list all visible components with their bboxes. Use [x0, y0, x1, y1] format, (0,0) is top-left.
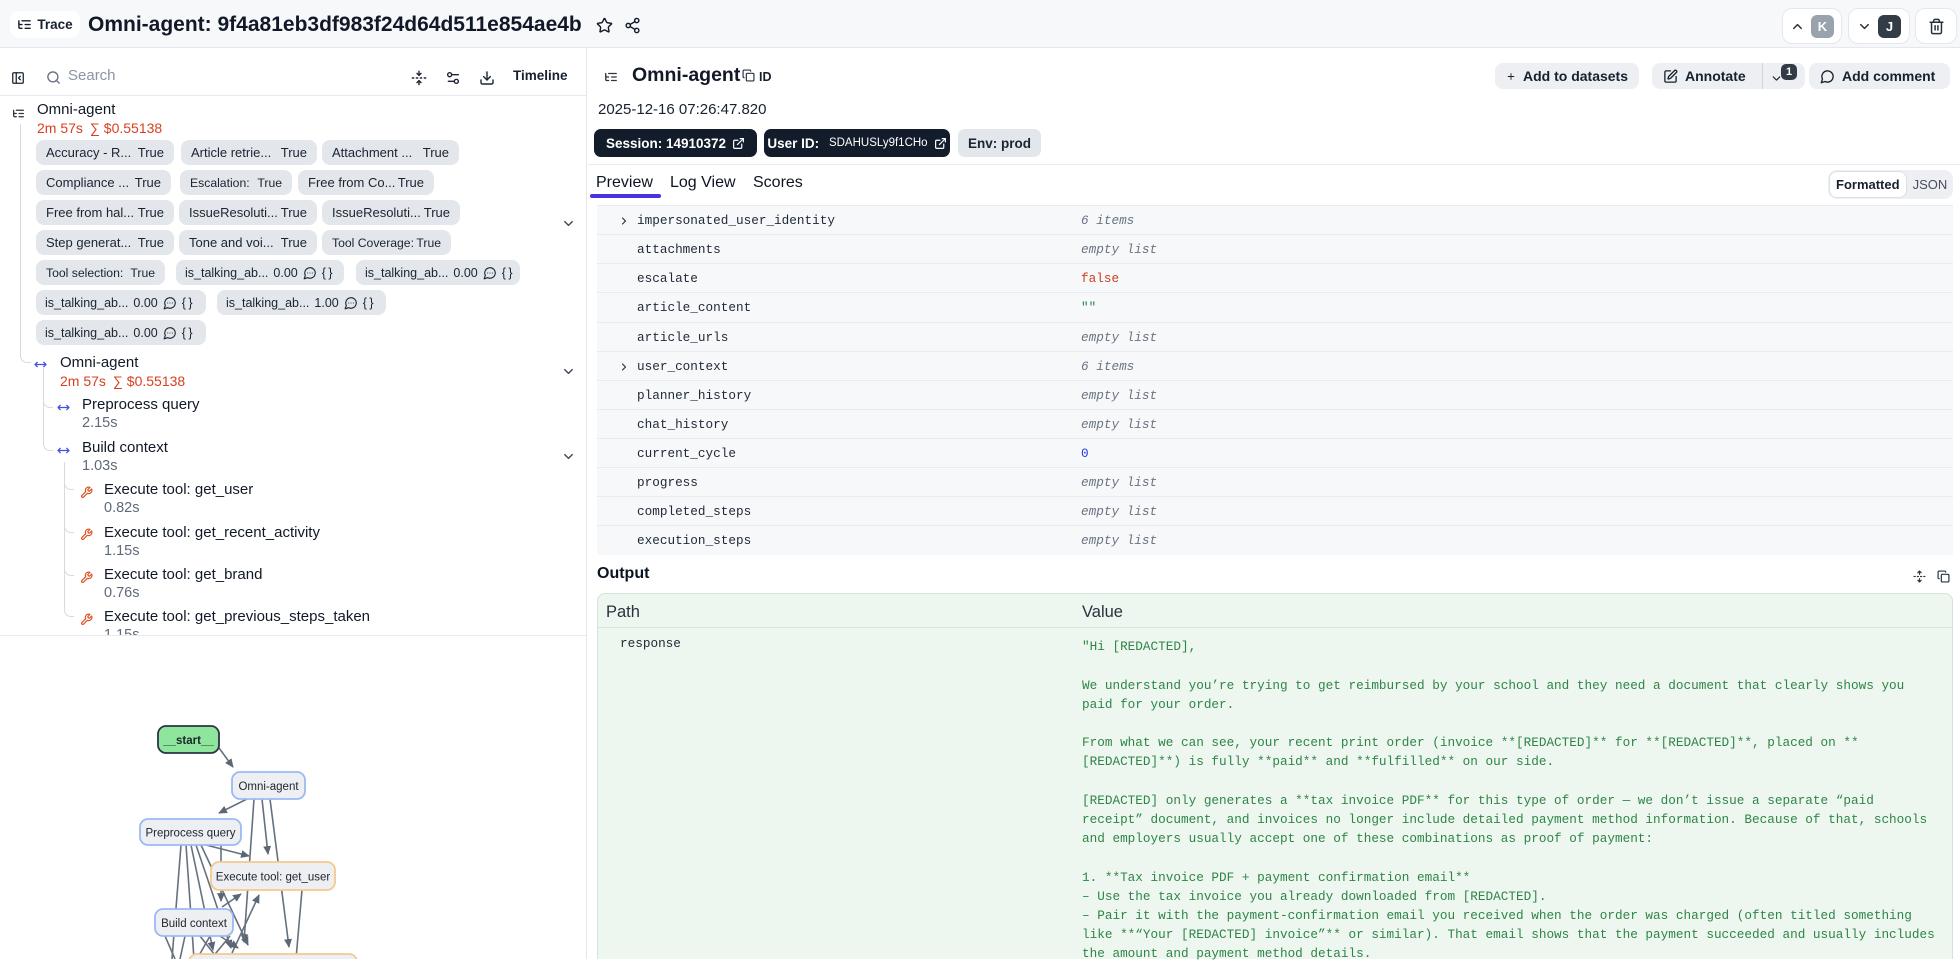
svg-text:__start__: __start__ [162, 735, 214, 747]
svg-text:Preprocess query: Preprocess query [145, 828, 235, 840]
svg-text:Build context: Build context [161, 918, 228, 930]
svg-text:Execute tool: get_user: Execute tool: get_user [216, 872, 331, 884]
svg-text:Omni-agent: Omni-agent [238, 781, 299, 793]
